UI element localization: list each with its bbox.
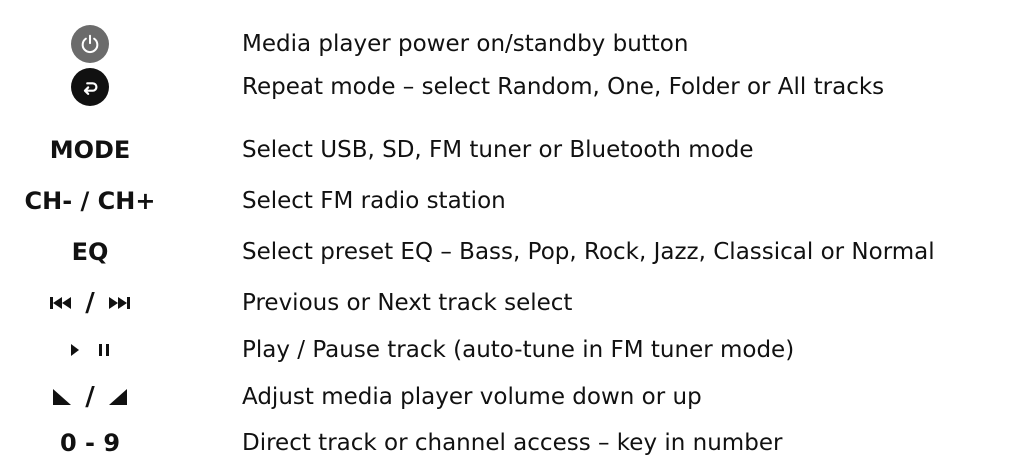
volume-down-icon [51,387,73,407]
legend-description: Previous or Next track select [242,290,573,316]
legend-row-repeat: Repeat mode – select Random, One, Folder… [0,65,1033,109]
legend-row-track-skip: / Previous or Next track select [0,281,1033,325]
legend-description: Select FM radio station [242,188,506,214]
legend-key [0,342,180,358]
key-separator: / [85,382,95,412]
legend-key: EQ [71,238,109,266]
pause-icon [97,342,111,358]
legend-row-power: Media player power on/standby button [0,22,1033,66]
legend-description: Adjust media player volume down or up [242,384,702,410]
legend-description: Media player power on/standby button [242,31,689,57]
legend-row-mode: MODE Select USB, SD, FM tuner or Bluetoo… [0,128,1033,172]
legend-description: Direct track or channel access – key in … [242,430,783,456]
legend-key: / [0,288,180,318]
legend-row-volume: / Adjust media player volume down or up [0,375,1033,419]
legend-row-number-keys: 0 - 9 Direct track or channel access – k… [0,421,1033,465]
legend-row-channel: CH- / CH+ Select FM radio station [0,179,1033,223]
legend-key: MODE [49,136,131,164]
legend-description: Select preset EQ – Bass, Pop, Rock, Jazz… [242,239,935,265]
power-icon [71,25,109,63]
legend-description: Select USB, SD, FM tuner or Bluetooth mo… [242,137,754,163]
legend-row-eq: EQ Select preset EQ – Bass, Pop, Rock, J… [0,230,1033,274]
volume-up-icon [107,387,129,407]
legend-key [0,25,180,63]
key-separator: / [85,288,95,318]
legend-key: CH- / CH+ [24,187,156,215]
legend-description: Repeat mode – select Random, One, Folder… [242,74,885,100]
play-icon [69,342,81,358]
previous-track-icon [49,295,73,311]
legend-key: 0 - 9 [59,429,121,457]
repeat-icon [71,68,109,106]
legend-description: Play / Pause track (auto-tune in FM tune… [242,337,795,363]
remote-key-legend: Media player power on/standby button Rep… [0,0,1033,469]
legend-key [0,68,180,106]
legend-key: / [0,382,180,412]
next-track-icon [107,295,131,311]
legend-row-play-pause: Play / Pause track (auto-tune in FM tune… [0,328,1033,372]
